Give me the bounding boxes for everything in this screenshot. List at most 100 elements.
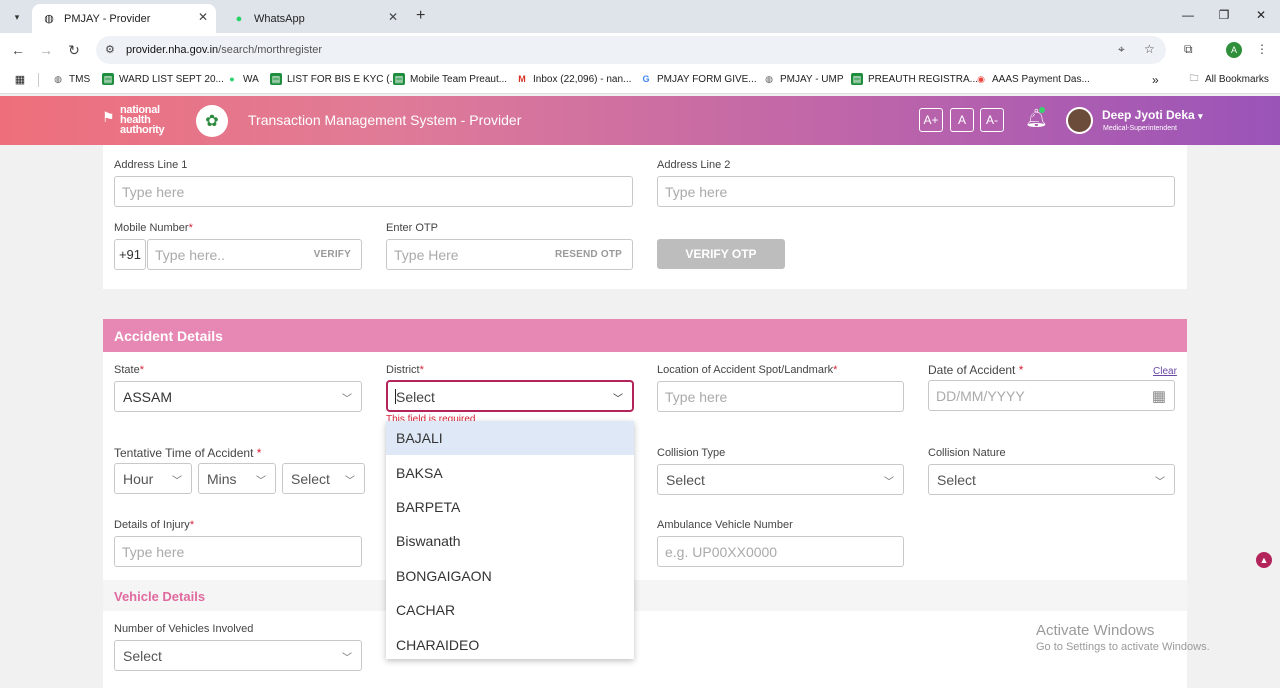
notification-dot <box>1039 107 1045 113</box>
whatsapp-icon: ● <box>229 74 235 84</box>
pmjay-emblem-icon: ✿ <box>196 105 228 137</box>
globe-icon: ◍ <box>54 73 62 84</box>
font-decrease-button[interactable]: A- <box>980 108 1004 132</box>
district-option[interactable]: CACHAR <box>386 593 634 627</box>
collision-nature-select[interactable]: Select ﹀ <box>928 464 1175 495</box>
bookmarks-divider <box>38 73 39 87</box>
vehicle-count-select[interactable]: Select ﹀ <box>114 640 362 671</box>
chevron-down-icon: ▾ <box>1198 111 1203 121</box>
scroll-to-top-icon[interactable]: ▲ <box>1256 552 1272 568</box>
district-select[interactable]: Select ﹀ <box>386 380 634 412</box>
profile-avatar[interactable]: A <box>1226 42 1242 58</box>
chevron-down-icon: ﹀ <box>342 653 352 664</box>
close-icon[interactable]: ✕ <box>388 10 398 24</box>
calendar-icon[interactable]: ▦ <box>1152 387 1166 405</box>
minimize-icon[interactable]: — <box>1180 8 1196 22</box>
bookmark-item[interactable]: G PMJAY FORM GIVE... <box>640 73 756 85</box>
address-line1-label: Address Line 1 <box>114 159 188 171</box>
nha-logo[interactable]: ⚑ national health authority <box>102 105 165 136</box>
resend-otp-button[interactable]: RESEND OTP <box>555 249 622 260</box>
folder-icon: 🗀 <box>1189 73 1199 83</box>
bookmark-item[interactable]: ◍ TMS <box>52 73 90 85</box>
district-option[interactable]: BONGAIGAON <box>386 559 634 593</box>
district-option[interactable]: BAKSA <box>386 455 634 489</box>
district-option[interactable]: BARPETA <box>386 490 634 524</box>
bookmark-item[interactable]: ▤ LIST FOR BIS E KYC (... <box>270 73 398 85</box>
site-info-icon[interactable]: ⚙ <box>105 43 115 56</box>
district-option[interactable]: CHARAIDEO <box>386 627 634 659</box>
user-menu[interactable]: Deep Jyoti Deka ▾ <box>1102 108 1203 122</box>
date-input[interactable]: DD/MM/YYYY ▦ <box>928 380 1175 411</box>
tab-search-icon[interactable]: ▾ <box>8 8 26 26</box>
chevron-down-icon: ﹀ <box>345 476 355 487</box>
state-label: State* <box>114 364 144 376</box>
all-bookmarks[interactable]: 🗀 All Bookmarks <box>1188 73 1268 85</box>
address-line2-input[interactable]: Type here <box>657 176 1175 207</box>
avatar[interactable] <box>1066 107 1093 134</box>
address-bar[interactable]: ⚙ provider.nha.gov.in/search/morthregist… <box>96 36 1166 64</box>
whatsapp-icon: ● <box>235 12 243 25</box>
collision-type-select[interactable]: Select ﹀ <box>657 464 904 495</box>
verify-mobile-button[interactable]: VERIFY <box>314 249 351 260</box>
district-option[interactable]: Biswanath <box>386 524 634 558</box>
clear-date-link[interactable]: Clear <box>1153 366 1177 377</box>
close-icon[interactable]: ✕ <box>198 10 208 24</box>
sheets-icon: ▤ <box>270 73 282 85</box>
district-option[interactable]: BAJALI <box>386 421 634 456</box>
chevron-down-icon: ﹀ <box>172 476 182 487</box>
tab-pmjay-provider[interactable]: ◍ PMJAY - Provider ✕ <box>32 4 216 33</box>
location-input[interactable]: Type here <box>657 381 904 412</box>
time-label: Tentative Time of Accident * <box>114 446 262 460</box>
menu-icon[interactable]: ⋮ <box>1256 42 1268 56</box>
gmail-icon: M <box>518 74 526 84</box>
bookmark-item[interactable]: ◍ PMJAY - UMP <box>763 73 843 85</box>
ambulance-input[interactable]: e.g. UP00XX0000 <box>657 536 904 567</box>
address-line1-input[interactable]: Type here <box>114 176 633 207</box>
vehicle-section-header: Vehicle Details <box>103 580 1187 611</box>
globe-icon: ◍ <box>44 13 54 25</box>
font-default-button[interactable]: A <box>950 108 974 132</box>
bookmark-item[interactable]: ▤ Mobile Team Preaut... <box>393 73 507 85</box>
font-increase-button[interactable]: A+ <box>919 108 943 132</box>
extensions-icon[interactable]: ⧉ <box>1184 42 1193 57</box>
user-role: Medical-Superintendent <box>1103 125 1177 132</box>
forward-icon[interactable]: → <box>38 42 54 58</box>
state-select[interactable]: ASSAM ﹀ <box>114 381 362 412</box>
collision-type-label: Collision Type <box>657 447 726 459</box>
district-error: This field is required <box>386 414 476 421</box>
bookmark-item[interactable]: ● WA <box>226 73 258 85</box>
apps-icon[interactable]: ▦ <box>14 73 31 86</box>
ampm-select[interactable]: Select ﹀ <box>282 463 365 494</box>
windows-activation-watermark: Activate Windows Go to Settings to activ… <box>1036 622 1210 653</box>
bookmark-item[interactable]: ▤ PREAUTH REGISTRA... <box>851 73 978 85</box>
bookmark-item[interactable]: M Inbox (22,096) - nan... <box>516 73 631 85</box>
vehicle-count-label: Number of Vehicles Involved <box>114 623 254 635</box>
reload-icon[interactable]: ↻ <box>66 42 82 59</box>
restore-icon[interactable]: ❐ <box>1216 8 1232 22</box>
bookmark-item[interactable]: ▤ WARD LIST SEPT 20... <box>102 73 224 85</box>
accident-section-header: Accident Details <box>103 319 1187 352</box>
report-icon: ◉ <box>977 73 985 84</box>
chevron-down-icon: ﹀ <box>342 394 352 405</box>
hour-select[interactable]: Hour ﹀ <box>114 463 192 494</box>
tab-title: PMJAY - Provider <box>64 12 151 25</box>
new-tab-icon[interactable]: + <box>416 7 425 25</box>
bookmark-item[interactable]: ◉ AAAS Payment Das... <box>975 73 1090 85</box>
tab-whatsapp[interactable]: ● WhatsApp ✕ <box>222 4 406 33</box>
otp-input[interactable]: Type Here RESEND OTP <box>386 239 633 270</box>
chevron-down-icon: ﹀ <box>613 394 623 405</box>
injury-input[interactable]: Type here <box>114 536 362 567</box>
sheets-icon: ▤ <box>393 73 405 85</box>
verify-otp-button[interactable]: VERIFY OTP <box>657 239 785 269</box>
bookmarks-more-icon[interactable]: » <box>1152 73 1159 87</box>
window-close-icon[interactable]: ✕ <box>1253 8 1269 22</box>
location-label: Location of Accident Spot/Landmark* <box>657 364 838 376</box>
google-icon: G <box>642 74 650 84</box>
bookmark-star-icon[interactable]: ☆ <box>1144 42 1155 56</box>
back-icon[interactable]: ← <box>10 42 26 58</box>
minutes-select[interactable]: Mins ﹀ <box>198 463 276 494</box>
chevron-down-icon: ﹀ <box>1155 477 1165 488</box>
location-icon[interactable]: ⌖ <box>1118 42 1125 57</box>
mobile-input[interactable]: Type here.. VERIFY <box>147 239 362 270</box>
country-code: +91 <box>114 239 146 270</box>
